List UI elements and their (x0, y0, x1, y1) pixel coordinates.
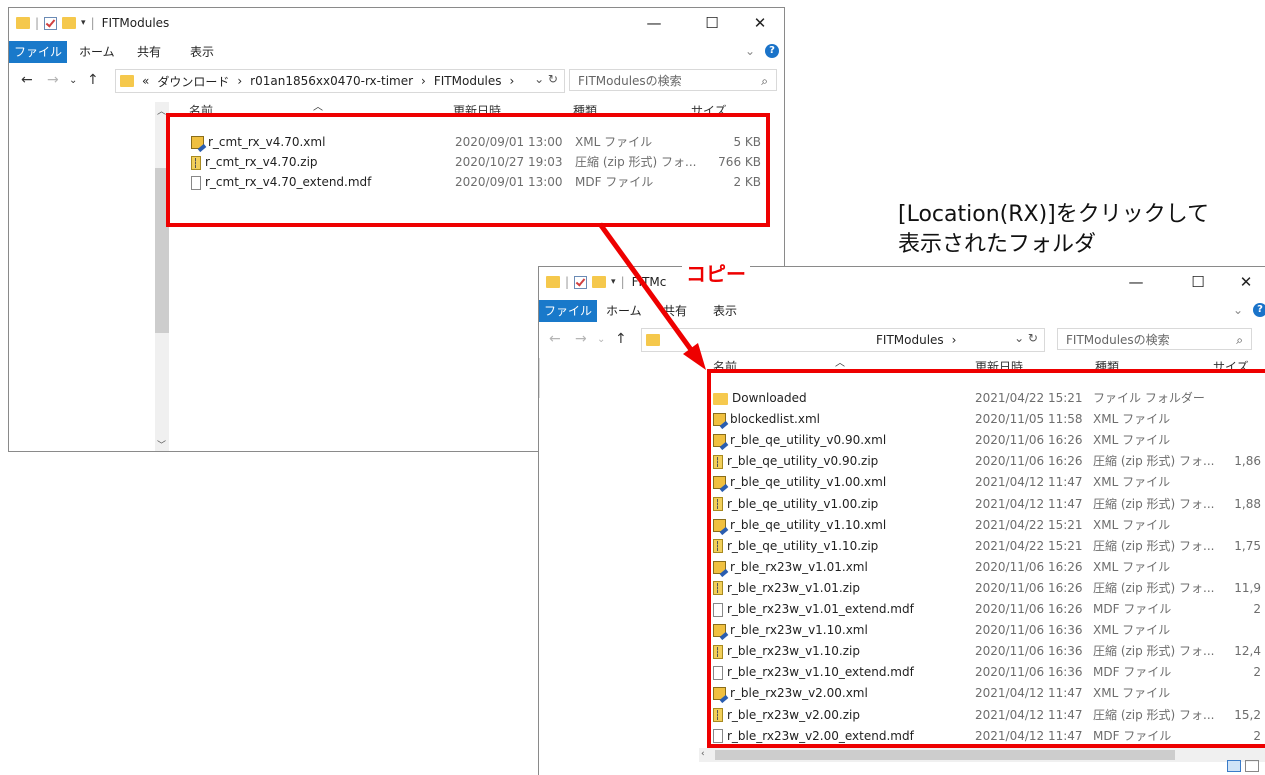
horizontal-scrollbar[interactable]: ‹ (699, 748, 1265, 762)
window-title: FITModules (101, 16, 170, 30)
search-icon: ⌕ (761, 74, 768, 88)
highlight-source-files (166, 113, 770, 227)
breadcrumb-overflow[interactable]: « (142, 74, 149, 88)
folder-icon (120, 75, 134, 87)
ribbon-tabs: ファイル ホーム 共有 表示 ⌄ ? (539, 300, 1265, 322)
separator: | (35, 16, 40, 30)
recent-locations-icon[interactable]: ⌄ (69, 75, 77, 86)
breadcrumb-sep: › (509, 74, 515, 88)
sort-indicator-icon: ︿ (835, 358, 845, 369)
minimize-button[interactable]: — (1119, 273, 1153, 291)
address-bar[interactable]: FITModules › ⌄ ↻ (641, 328, 1045, 352)
breadcrumb-sep: › (421, 74, 426, 88)
scroll-left-arrow-icon[interactable]: ‹ (701, 749, 705, 759)
copy-label: コピー (682, 258, 750, 287)
refresh-icon[interactable]: ⌄ ↻ (534, 72, 558, 86)
address-bar[interactable]: « ダウンロード › r01an1856xx0470-rx-timer › FI… (115, 69, 565, 93)
back-arrow-icon[interactable]: ← (21, 72, 33, 88)
folder-icon (646, 334, 660, 346)
tab-home[interactable]: ホーム (606, 300, 642, 322)
breadcrumb-downloads[interactable]: ダウンロード (157, 73, 229, 90)
large-icons-view-icon[interactable] (1245, 760, 1259, 772)
recent-locations-icon[interactable]: ⌄ (597, 334, 605, 345)
quick-access-dropdown-icon[interactable]: ▾ (81, 18, 86, 28)
details-view-icon[interactable] (1227, 760, 1241, 772)
breadcrumb-fitmodules[interactable]: FITModules (434, 74, 502, 88)
annotation-line-1: [Location(RX)]をクリックして (898, 202, 1210, 227)
window-title: FITMc (631, 275, 667, 289)
close-button[interactable]: ✕ (1229, 273, 1263, 291)
tab-view[interactable]: 表示 (713, 300, 737, 322)
highlight-target-folder (707, 369, 1265, 748)
ribbon-tabs: ファイル ホーム 共有 表示 ⌄ ? (9, 41, 784, 63)
address-bar-row: ← → ⌄ ↑ « ダウンロード › r01an1856xx0470-rx-ti… (9, 68, 784, 94)
expand-ribbon-icon[interactable]: ⌄ (745, 44, 755, 58)
minimize-button[interactable]: — (637, 14, 671, 32)
tab-file[interactable]: ファイル (539, 300, 597, 322)
navigation-pane[interactable] (539, 358, 689, 773)
search-placeholder: FITModulesの検索 (1066, 333, 1170, 347)
up-arrow-icon[interactable]: ↑ (615, 331, 627, 347)
tab-share[interactable]: 共有 (663, 300, 687, 322)
search-input[interactable]: FITModulesの検索 ⌕ (569, 69, 777, 91)
breadcrumb-fitmodules[interactable]: FITModules (876, 333, 944, 347)
address-bar-row: ← → ⌄ ↑ FITModules › ⌄ ↻ FITModulesの検索 ⌕ (539, 327, 1265, 353)
separator: | (620, 275, 625, 289)
tab-home[interactable]: ホーム (79, 41, 115, 63)
back-arrow-icon[interactable]: ← (549, 331, 561, 347)
scrollbar-thumb[interactable] (715, 750, 1175, 760)
up-arrow-icon[interactable]: ↑ (87, 72, 99, 88)
tab-view[interactable]: 表示 (190, 41, 214, 63)
folder-icon (16, 17, 30, 29)
separator: | (565, 275, 570, 289)
close-button[interactable]: ✕ (743, 14, 777, 32)
separator: | (90, 16, 95, 30)
folder-icon (546, 276, 560, 288)
search-placeholder: FITModulesの検索 (578, 74, 682, 88)
search-icon: ⌕ (1236, 333, 1243, 347)
annotation-text: [Location(RX)]をクリックして 表示されたフォルダ (898, 200, 1209, 260)
sort-indicator-icon: ︿ (313, 102, 323, 113)
tab-file[interactable]: ファイル (9, 41, 67, 63)
refresh-icon[interactable]: ⌄ ↻ (1014, 331, 1038, 345)
nav-pane-divider (539, 358, 541, 398)
maximize-button[interactable]: ☐ (695, 14, 729, 32)
breadcrumb-sep: › (237, 74, 243, 88)
breadcrumb-sep: › (951, 333, 957, 347)
expand-ribbon-icon[interactable]: ⌄ (1233, 303, 1243, 317)
new-folder-icon[interactable] (62, 17, 77, 29)
maximize-button[interactable]: ☐ (1181, 273, 1215, 291)
forward-arrow-icon[interactable]: → (47, 72, 59, 88)
new-folder-icon[interactable] (592, 276, 607, 288)
annotation-line-2: 表示されたフォルダ (898, 232, 1097, 257)
forward-arrow-icon[interactable]: → (575, 331, 587, 347)
quick-access-dropdown-icon[interactable]: ▾ (611, 277, 616, 287)
title-bar[interactable]: | ▾ | FITMc — ☐ ✕ (539, 267, 1265, 298)
properties-icon[interactable] (44, 16, 58, 30)
title-bar[interactable]: | ▾ | FITModules — ☐ ✕ (9, 8, 784, 39)
scroll-down-arrow-icon[interactable]: ﹀ (157, 438, 166, 451)
tab-share[interactable]: 共有 (137, 41, 161, 63)
properties-icon[interactable] (574, 275, 588, 289)
help-icon[interactable]: ? (765, 44, 780, 58)
help-icon[interactable]: ? (1253, 303, 1265, 317)
search-input[interactable]: FITModulesの検索 ⌕ (1057, 328, 1252, 350)
breadcrumb-project[interactable]: r01an1856xx0470-rx-timer (250, 74, 413, 88)
scroll-up-arrow-icon[interactable]: ︿ (157, 104, 166, 117)
